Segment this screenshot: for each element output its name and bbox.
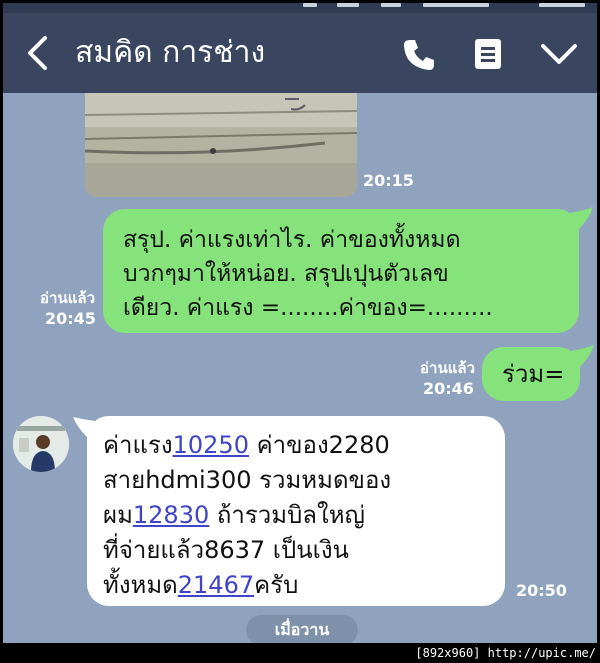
chat-header: สมคิด การช่าง bbox=[3, 13, 597, 93]
message-text: ถ้ารวมบิลใหญ่ bbox=[209, 501, 366, 529]
phone-number-link[interactable]: 10250 bbox=[173, 431, 249, 459]
avatar[interactable] bbox=[13, 416, 69, 472]
timestamp: 20:50 bbox=[516, 581, 567, 600]
photo-message[interactable] bbox=[85, 93, 357, 197]
outgoing-message[interactable]: ร่วม= bbox=[482, 347, 580, 401]
message-text: ครับ bbox=[254, 571, 299, 599]
notification-icon bbox=[337, 3, 359, 7]
bubble-tail bbox=[73, 417, 95, 437]
timestamp: 20:46 bbox=[423, 379, 474, 398]
message-text: บวกๆมาให้หน่อย. สรุปเปุนตัวเลข bbox=[123, 261, 449, 287]
phone-number-link[interactable]: 21467 bbox=[178, 571, 254, 599]
message-text: เดียว. ค่าแรง =........ค่าของ=......... bbox=[123, 295, 493, 321]
message-text: สายhdmi300 รวมหมดของ bbox=[103, 466, 392, 494]
timestamp: 20:45 bbox=[45, 309, 96, 328]
outgoing-message[interactable]: สรุป. ค่าแรงเท่าไร. ค่าของทั้งหมด บวกๆมา… bbox=[103, 209, 579, 333]
contact-name[interactable]: สมคิด การช่าง bbox=[75, 33, 265, 73]
avatar-image bbox=[13, 416, 69, 472]
incoming-message[interactable]: ค่าแรง10250 ค่าของ2280 สายhdmi300 รวมหมด… bbox=[87, 416, 505, 606]
back-arrow-icon[interactable] bbox=[23, 35, 53, 71]
phone-number-link[interactable]: 12830 bbox=[133, 501, 209, 529]
phone-icon[interactable] bbox=[401, 37, 437, 73]
clock-indicator bbox=[539, 3, 585, 7]
message-text: ค่าแรง bbox=[103, 431, 173, 459]
notification-icon bbox=[303, 3, 317, 7]
message-text: ค่าของ2280 bbox=[248, 431, 390, 459]
status-indicator bbox=[423, 3, 489, 7]
bubble-tail bbox=[570, 345, 594, 367]
message-text: สรุป. ค่าแรงเท่าไร. ค่าของทั้งหมด bbox=[123, 227, 461, 253]
status-bar bbox=[3, 3, 597, 13]
timestamp: 20:15 bbox=[363, 171, 414, 190]
bubble-tail bbox=[569, 207, 593, 229]
message-text: ร่วม= bbox=[502, 360, 565, 388]
note-icon[interactable] bbox=[473, 37, 503, 71]
signal-icon bbox=[381, 3, 401, 7]
message-line: ทั้งหมด21467ครับ bbox=[103, 568, 298, 603]
read-receipt: อ่านแล้ว bbox=[40, 289, 95, 307]
read-receipt: อ่านแล้ว bbox=[420, 359, 475, 377]
date-separator: เมื่อวาน bbox=[246, 615, 358, 643]
message-text: ที่จ่ายแล้ว8637 เป็นเงิน bbox=[103, 536, 349, 564]
watermark: [892x960] http://upic.me/ bbox=[415, 646, 596, 660]
chevron-down-icon[interactable] bbox=[540, 41, 578, 67]
message-text: ทั้งหมด bbox=[103, 571, 178, 599]
chat-screen: สมคิด การช่าง 20:15 สรุป. ค่าแรงเท่าไร. … bbox=[3, 3, 597, 643]
message-line: ค่าแรง10250 ค่าของ2280 bbox=[103, 428, 390, 463]
message-line: ผม12830 ถ้ารวมบิลใหญ่ bbox=[103, 498, 365, 533]
photo-thumbnail bbox=[85, 93, 357, 197]
message-text: ผม bbox=[103, 501, 133, 529]
